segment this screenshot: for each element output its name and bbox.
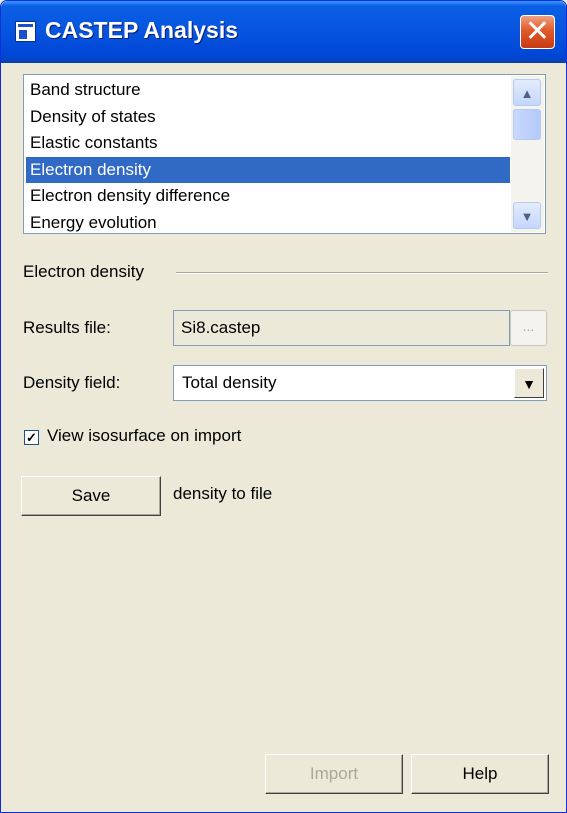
list-scrollbar[interactable]: ▲ ▼ bbox=[511, 76, 544, 232]
close-button[interactable]: ✕ bbox=[520, 14, 555, 49]
analysis-list-items: Band structure Density of states Elastic… bbox=[26, 77, 510, 236]
castep-analysis-window: CASTEP Analysis ✕ Band structure Density… bbox=[0, 0, 567, 813]
scrollbar-thumb[interactable] bbox=[513, 109, 541, 140]
close-x-icon: ✕ bbox=[524, 14, 551, 49]
view-isosurface-label[interactable]: View isosurface on import bbox=[47, 426, 241, 446]
density-field-value: Total density bbox=[182, 373, 277, 392]
view-isosurface-checkbox[interactable]: ✓ bbox=[24, 430, 39, 445]
list-item[interactable]: Band structure bbox=[26, 77, 510, 104]
scroll-down-arrow-icon[interactable]: ▼ bbox=[513, 202, 541, 229]
section-divider bbox=[176, 272, 548, 274]
density-field-label: Density field: bbox=[23, 373, 121, 392]
window-title: CASTEP Analysis bbox=[45, 17, 239, 43]
results-file-label: Results file: bbox=[23, 318, 111, 337]
list-item[interactable]: Electron density difference bbox=[26, 183, 510, 210]
window-icon bbox=[15, 21, 36, 42]
density-field-dropdown[interactable]: Total density ▼ bbox=[173, 365, 547, 401]
analysis-type-list[interactable]: Band structure Density of states Elastic… bbox=[23, 74, 546, 234]
title-bar[interactable]: CASTEP Analysis ✕ bbox=[1, 1, 566, 63]
section-title: Electron density bbox=[23, 262, 144, 281]
save-button[interactable]: Save bbox=[21, 476, 161, 516]
scroll-up-arrow-icon[interactable]: ▲ bbox=[513, 79, 541, 106]
list-item-selected[interactable]: Electron density bbox=[26, 156, 510, 183]
chevron-down-icon[interactable]: ▼ bbox=[514, 368, 544, 398]
list-item[interactable]: Density of states bbox=[26, 104, 510, 131]
list-item[interactable]: Elastic constants bbox=[26, 130, 510, 157]
help-button[interactable]: Help bbox=[411, 754, 549, 794]
import-button[interactable]: Import bbox=[265, 754, 403, 794]
browse-button[interactable]: ... bbox=[510, 310, 547, 346]
results-file-field: Si8.castep bbox=[173, 310, 510, 346]
save-suffix-label: density to file bbox=[173, 484, 273, 503]
list-item[interactable]: Energy evolution bbox=[26, 210, 510, 237]
